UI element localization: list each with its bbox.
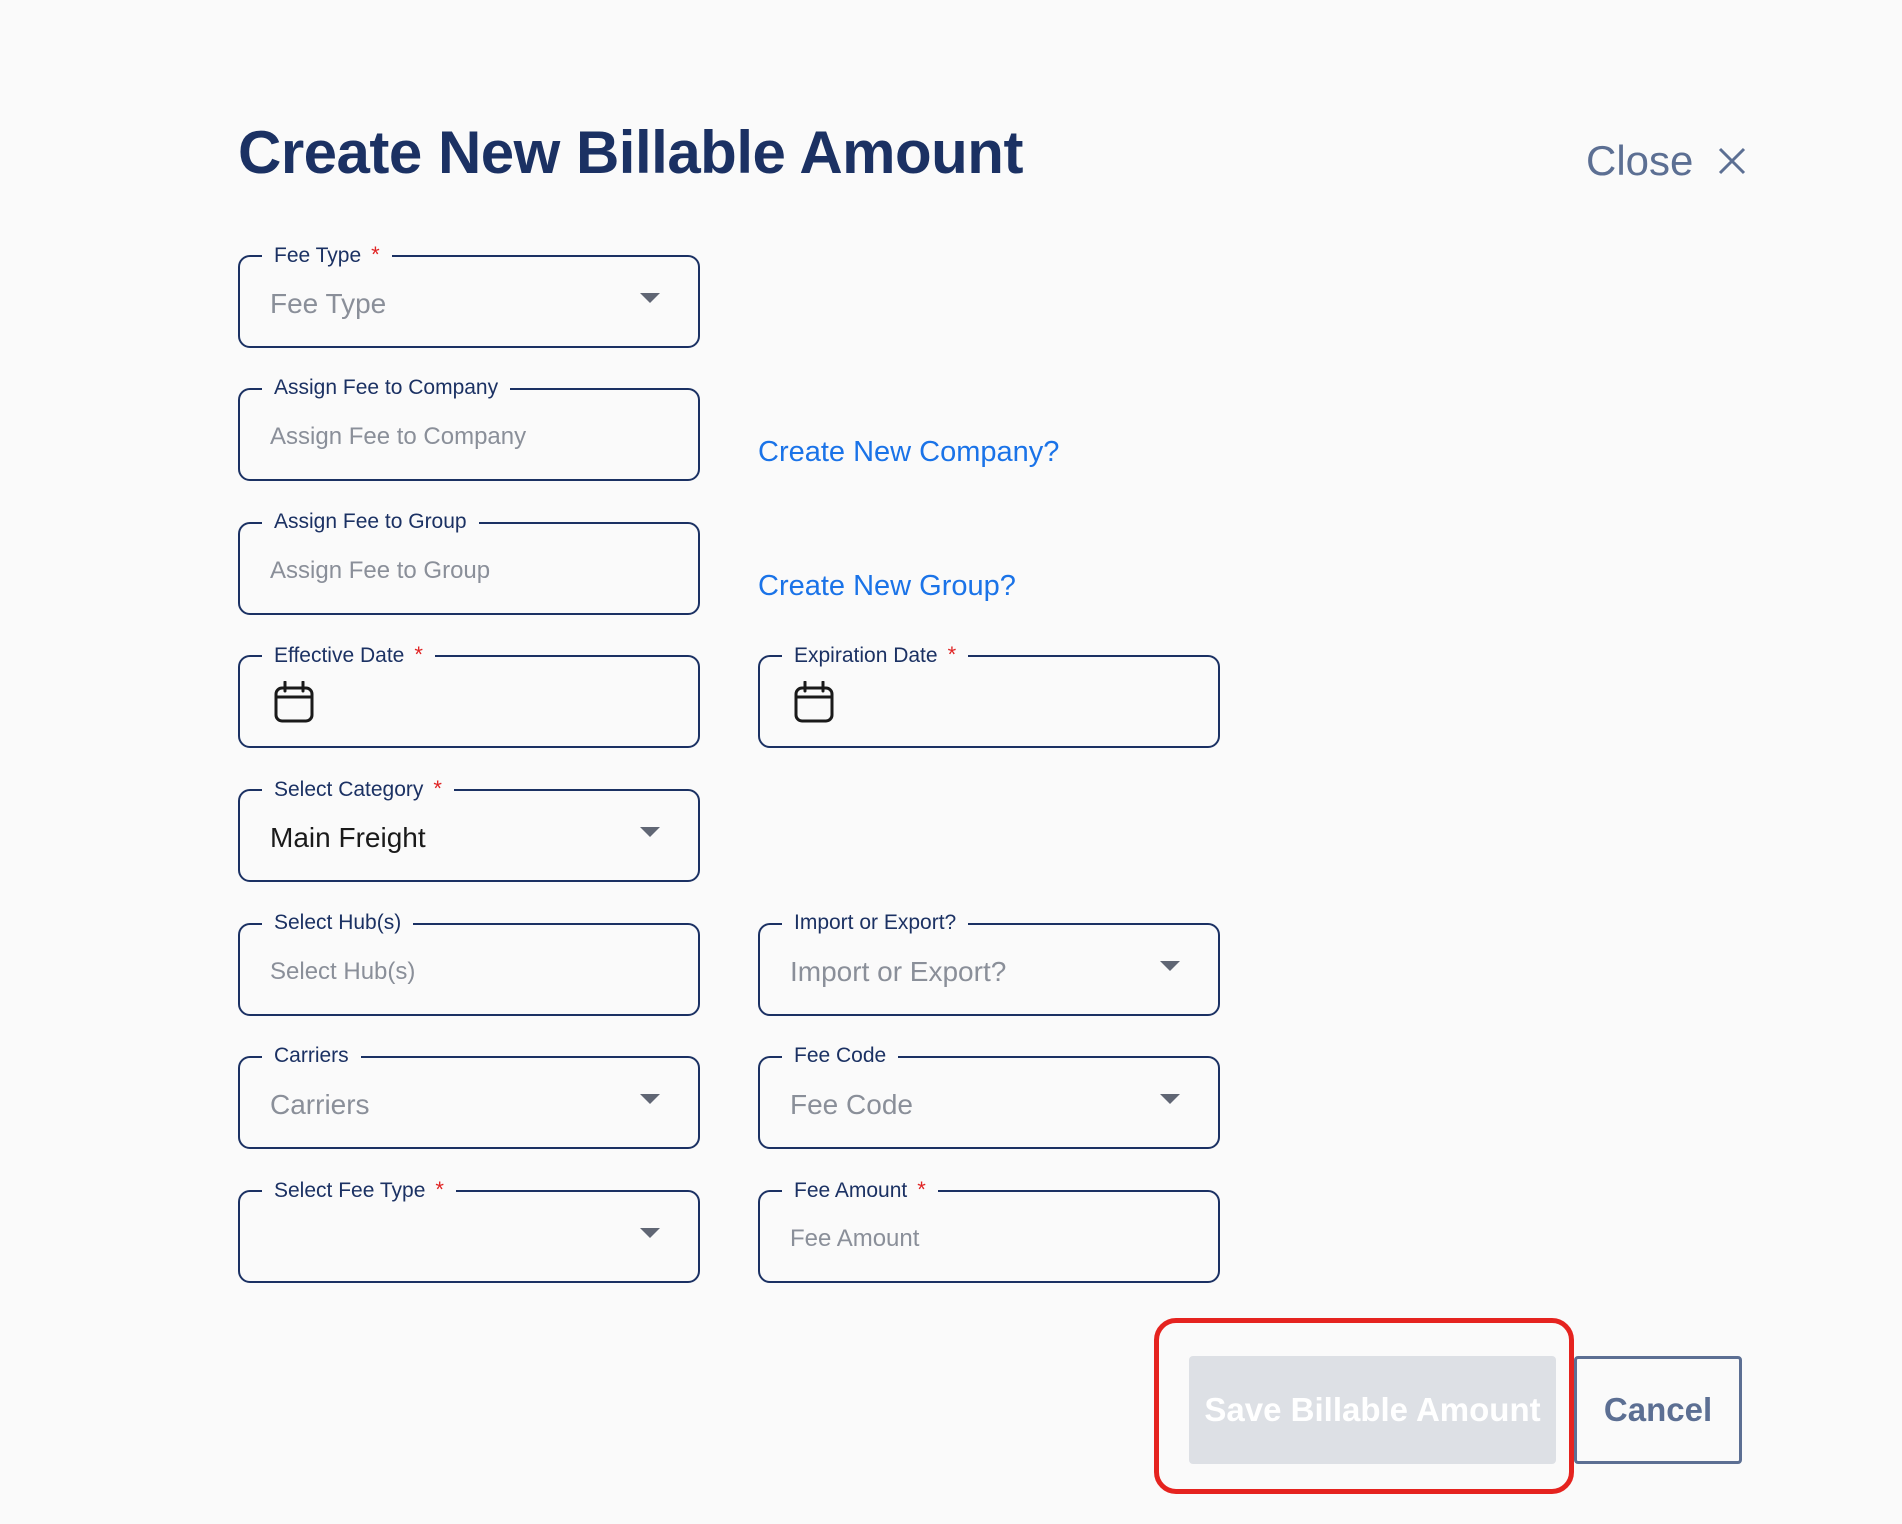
fee-code-placeholder: Fee Code: [790, 1088, 913, 1120]
calendar-icon[interactable]: [794, 681, 834, 723]
expiration-date-field[interactable]: Expiration Date *: [758, 640, 1220, 748]
page-title: Create New Billable Amount: [238, 119, 1023, 186]
carriers-placeholder: Carriers: [270, 1088, 370, 1120]
effective-date-field[interactable]: Effective Date *: [238, 640, 700, 748]
chevron-down-icon: [640, 1094, 660, 1104]
fee-amount-placeholder: Fee Amount: [790, 1224, 920, 1252]
assign-group-placeholder: Assign Fee to Group: [270, 556, 491, 584]
assign-group-input[interactable]: Assign Fee to Group Assign Fee to Group: [238, 507, 700, 615]
assign-company-placeholder: Assign Fee to Company: [270, 422, 527, 450]
chevron-down-icon: [640, 827, 660, 837]
close-label: Close: [1586, 137, 1694, 184]
expiration-date-label: Expiration Date *: [782, 640, 969, 671]
select-category-select[interactable]: Select Category * Main Freight: [238, 774, 700, 882]
select-fee-type-select[interactable]: Select Fee Type *: [238, 1175, 700, 1283]
close-icon: [1719, 147, 1746, 175]
fee-code-select[interactable]: Fee Code Fee Code: [758, 1041, 1220, 1149]
import-export-select[interactable]: Import or Export? Import or Export?: [758, 908, 1220, 1016]
fee-type-placeholder: Fee Type: [270, 287, 387, 319]
fee-type-select[interactable]: Fee Type * Fee Type: [238, 240, 700, 348]
assign-company-input[interactable]: Assign Fee to Company Assign Fee to Comp…: [238, 373, 700, 481]
import-export-placeholder: Import or Export?: [790, 955, 1007, 987]
chevron-down-icon: [640, 1228, 660, 1238]
create-new-company-link[interactable]: Create New Company?: [758, 436, 1059, 469]
cancel-button[interactable]: Cancel: [1574, 1356, 1742, 1464]
chevron-down-icon: [640, 293, 660, 303]
select-hubs-input[interactable]: Select Hub(s) Select Hub(s): [238, 908, 700, 1016]
close-button[interactable]: Close: [1586, 137, 1747, 185]
save-billable-amount-button[interactable]: Save Billable Amount: [1189, 1356, 1556, 1464]
chevron-down-icon: [1160, 1094, 1180, 1104]
calendar-icon[interactable]: [274, 681, 314, 723]
select-category-value: Main Freight: [270, 821, 426, 853]
create-new-group-link[interactable]: Create New Group?: [758, 570, 1016, 603]
select-hubs-placeholder: Select Hub(s): [270, 957, 416, 985]
chevron-down-icon: [1160, 961, 1180, 971]
fee-amount-input[interactable]: Fee Amount * Fee Amount: [758, 1175, 1220, 1283]
carriers-select[interactable]: Carriers Carriers: [238, 1041, 700, 1149]
select-fee-type-label: Select Fee Type *: [262, 1175, 456, 1206]
effective-date-label: Effective Date *: [262, 640, 435, 671]
